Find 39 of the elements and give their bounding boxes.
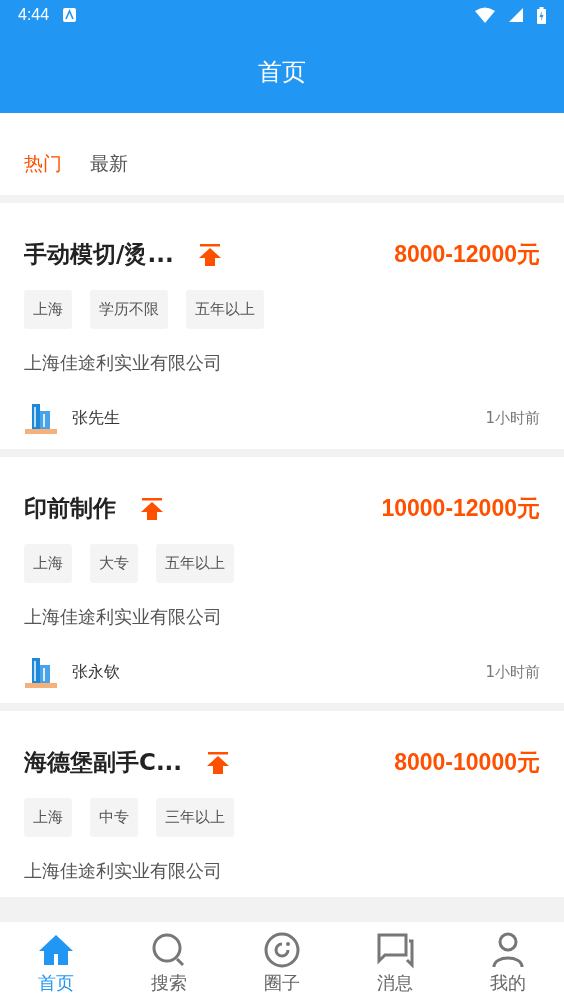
company-name: 上海佳途利实业有限公司 [24,605,223,629]
notification-icon [63,8,77,22]
nav-tab[interactable]: 消息 [338,922,452,1004]
wifi-icon [475,7,495,23]
salary: 8000-12000元 [394,240,540,269]
job-tag: 五年以上 [156,544,234,583]
page-title: 首页 [258,56,306,88]
job-title: 印前制作 [24,494,116,523]
job-tag: 中专 [90,798,138,837]
salary: 8000-10000元 [394,748,540,777]
nav-tab[interactable]: 搜索 [112,922,226,1004]
contact-name: 张先生 [72,407,120,429]
job-tag: 上海 [24,798,72,837]
salary: 10000-12000元 [381,494,540,523]
nav-tab[interactable]: 首页 [0,922,113,1004]
status-time: 4:44 [18,6,50,24]
job-tag: 三年以上 [156,798,234,837]
job-tag: 学历不限 [90,290,168,329]
job-title: 手动模切/烫... [24,240,174,269]
building-icon [24,655,58,689]
company-name: 上海佳途利实业有限公司 [24,859,223,883]
job-tag: 上海 [24,290,72,329]
chat-icon [375,931,414,969]
job-title: 海德堡副手C... [24,748,183,777]
post-time: 1小时前 [485,408,540,428]
job-tag: 五年以上 [186,290,264,329]
job-tag: 大专 [90,544,138,583]
company-name: 上海佳途利实业有限公司 [24,351,223,375]
contact-name: 张永钦 [72,661,120,683]
nav-tab[interactable]: 圈子 [225,922,339,1004]
building-icon [24,401,58,435]
job-tag: 上海 [24,544,72,583]
filter-tab[interactable]: 最新 [90,151,128,177]
post-time: 1小时前 [485,662,540,682]
filter-tab[interactable]: 热门 [24,151,62,177]
signal-icon [509,8,523,22]
nav-tab[interactable]: 我的 [451,922,564,1004]
battery-icon [537,6,546,24]
circle-icon [263,931,301,969]
